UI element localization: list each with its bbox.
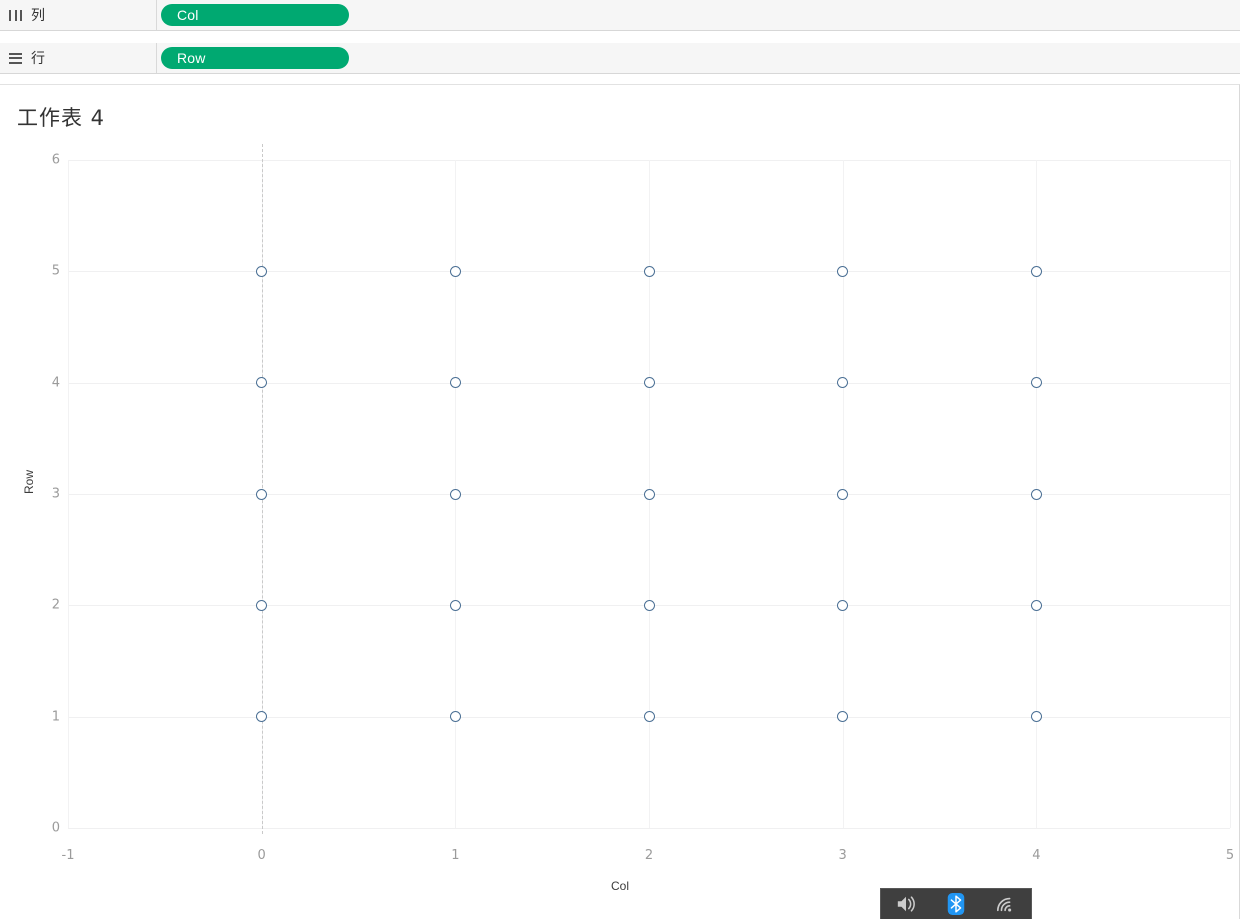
y-tick-label: 3 <box>51 486 60 502</box>
x-axis-ticks: -1 0 1 2 3 4 5 <box>62 848 1235 868</box>
x-tick-label: 5 <box>1225 848 1235 863</box>
x-tick-label: 4 <box>1032 848 1041 863</box>
data-point[interactable] <box>643 599 655 611</box>
columns-shelf-text: 列 <box>31 7 45 23</box>
x-tick-label: 0 <box>257 848 266 863</box>
data-point[interactable] <box>256 265 268 277</box>
x-tick-label: -1 <box>61 848 75 863</box>
columns-shelf-label: 列 <box>0 0 157 30</box>
y-tick-label: 5 <box>51 263 60 279</box>
shelf-gap <box>0 31 1240 43</box>
y-tick-label: 1 <box>51 709 60 725</box>
data-point[interactable] <box>643 377 655 389</box>
rows-icon <box>9 52 22 64</box>
rows-shelf-label: 行 <box>0 43 157 73</box>
y-axis-title: Row <box>22 469 36 494</box>
data-point[interactable] <box>837 377 849 389</box>
data-point[interactable] <box>256 488 268 500</box>
y-axis-ticks: 0 1 2 3 4 5 6 <box>30 153 60 836</box>
data-point[interactable] <box>449 488 461 500</box>
x-tick-label: 1 <box>451 848 460 863</box>
columns-icon <box>9 9 22 21</box>
gridline-vertical <box>68 160 69 828</box>
data-point[interactable] <box>837 711 849 723</box>
y-tick-label: 4 <box>51 375 60 391</box>
rows-shelf-text: 行 <box>31 50 45 66</box>
app-root: 列 Col 行 Row 工作表 4 0123456 -1 0 1 2 3 4 5 Row C… <box>0 0 1240 919</box>
data-point[interactable] <box>1030 711 1042 723</box>
y-tick-label: 6 <box>51 152 60 168</box>
pill-row[interactable]: Row <box>161 47 349 69</box>
y-tick-label: 2 <box>51 597 60 613</box>
data-point[interactable] <box>449 377 461 389</box>
worksheet-pane: 工作表 4 0123456 -1012345 Row Col 知乎 @有理酱Yu… <box>0 84 1240 919</box>
data-point[interactable] <box>256 377 268 389</box>
data-point[interactable] <box>256 711 268 723</box>
gridline-horizontal <box>68 828 1230 829</box>
data-point[interactable] <box>643 711 655 723</box>
rows-shelf[interactable]: 行 Row <box>0 43 1240 74</box>
volume-icon[interactable] <box>884 889 928 919</box>
data-point[interactable] <box>837 488 849 500</box>
bluetooth-icon[interactable] <box>934 889 978 919</box>
x-tick-label: 2 <box>644 848 654 863</box>
data-point[interactable] <box>449 265 461 277</box>
scatter-plot[interactable] <box>68 144 1231 834</box>
data-point[interactable] <box>449 711 461 723</box>
y-tick-label: 0 <box>51 820 60 836</box>
data-point[interactable] <box>1030 599 1042 611</box>
data-point[interactable] <box>256 599 268 611</box>
data-point[interactable] <box>1030 377 1042 389</box>
data-point[interactable] <box>1030 488 1042 500</box>
data-point[interactable] <box>837 265 849 277</box>
wifi-icon[interactable] <box>984 889 1028 919</box>
data-point[interactable] <box>643 265 655 277</box>
worksheet-title: 工作表 4 <box>17 106 106 130</box>
data-point[interactable] <box>449 599 461 611</box>
data-point[interactable] <box>1030 265 1042 277</box>
x-axis-title: Col <box>610 879 629 893</box>
data-point[interactable] <box>643 488 655 500</box>
data-point[interactable] <box>837 599 849 611</box>
x-tick-label: 3 <box>838 848 847 863</box>
columns-shelf[interactable]: 列 Col <box>0 0 1240 31</box>
pill-col[interactable]: Col <box>161 4 349 26</box>
system-tray-popup[interactable] <box>880 888 1032 919</box>
gridline-vertical <box>1230 160 1231 828</box>
